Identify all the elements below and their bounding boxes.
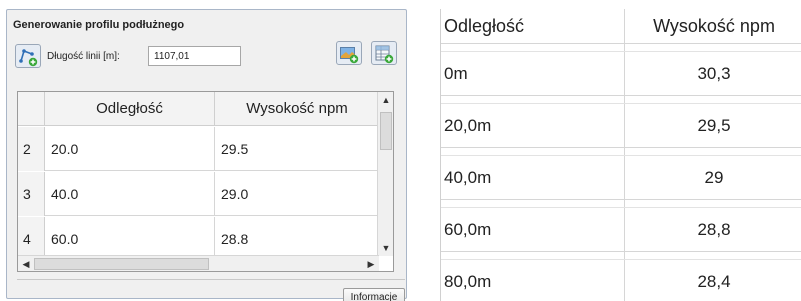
vertical-scroll-thumb[interactable] — [380, 112, 392, 150]
table-row[interactable]: 2 20.0 29.5 — [18, 127, 379, 171]
sheet-height-cell[interactable]: 29 — [626, 158, 801, 198]
column-header-height[interactable]: Wysokość npm — [215, 92, 379, 126]
sheet-height-cell[interactable]: 30,3 — [626, 54, 801, 94]
table-header: Odległość Wysokość npm — [18, 92, 379, 126]
horizontal-scrollbar[interactable]: ◀ ▶ — [18, 255, 379, 271]
divider — [17, 279, 405, 280]
height-cell[interactable]: 29.5 — [215, 127, 379, 171]
sheet-header-height[interactable]: Wysokość npm — [626, 9, 801, 43]
sheet-distance-cell[interactable]: 20,0m — [444, 106, 625, 146]
sheet-height-cell[interactable]: 28,8 — [626, 210, 801, 250]
table-corner[interactable] — [18, 92, 45, 126]
sheet-distance-cell[interactable]: 60,0m — [444, 210, 625, 250]
row-gridline — [441, 259, 801, 260]
panel-title: Generowanie profilu podłużnego — [13, 19, 185, 31]
line-length-label: Długość linii [m]: — [47, 51, 120, 62]
row-number[interactable]: 3 — [18, 172, 45, 216]
distance-cell[interactable]: 20.0 — [45, 127, 215, 171]
row-gridline — [441, 51, 801, 52]
scroll-left-icon[interactable]: ◀ — [18, 256, 34, 271]
sheet-height-cell[interactable]: 28,4 — [626, 262, 801, 301]
profile-table[interactable]: Odległość Wysokość npm 2 20.0 29.5 3 40.… — [17, 91, 394, 272]
table-row[interactable]: 3 40.0 29.0 — [18, 172, 379, 216]
sheet-height-cell[interactable]: 29,5 — [626, 106, 801, 146]
height-cell[interactable]: 29.0 — [215, 172, 379, 216]
column-header-distance[interactable]: Odległość — [45, 92, 215, 126]
add-line-button[interactable] — [15, 44, 41, 68]
info-button[interactable]: Informacje — [343, 288, 405, 301]
export-image-button[interactable] — [336, 41, 362, 65]
sheet-row: 40,0m 29 — [441, 147, 801, 200]
profile-panel: Generowanie profilu podłużnego Długość l… — [6, 9, 407, 301]
row-gridline — [441, 155, 801, 156]
spreadsheet-view: Odległość Wysokość npm 0m 30,3 20,0m 29,… — [440, 9, 801, 301]
row-number[interactable]: 2 — [18, 127, 45, 171]
row-gridline — [441, 207, 801, 208]
distance-cell[interactable]: 40.0 — [45, 172, 215, 216]
add-image-icon — [340, 47, 359, 64]
sheet-header-row: Odległość Wysokość npm — [441, 9, 801, 43]
sheet-row: 20,0m 29,5 — [441, 95, 801, 148]
add-line-icon — [19, 49, 38, 67]
sheet-row: 0m 30,3 — [441, 43, 801, 96]
sheet-distance-cell[interactable]: 40,0m — [444, 158, 625, 198]
sheet-distance-cell[interactable]: 80,0m — [444, 262, 625, 301]
add-table-icon — [375, 45, 394, 64]
scroll-down-icon[interactable]: ▼ — [378, 240, 393, 256]
scroll-up-icon[interactable]: ▲ — [378, 92, 393, 108]
line-length-input[interactable] — [148, 46, 241, 66]
sheet-row: 80,0m 28,4 — [441, 251, 801, 301]
sheet-header-distance[interactable]: Odległość — [444, 9, 625, 43]
export-table-button[interactable] — [371, 41, 397, 65]
sheet-row: 60,0m 28,8 — [441, 199, 801, 252]
vertical-scrollbar[interactable]: ▲ ▼ — [377, 92, 393, 256]
sheet-distance-cell[interactable]: 0m — [444, 54, 625, 94]
scroll-right-icon[interactable]: ▶ — [363, 256, 379, 271]
row-gridline — [441, 103, 801, 104]
horizontal-scroll-thumb[interactable] — [34, 258, 209, 270]
